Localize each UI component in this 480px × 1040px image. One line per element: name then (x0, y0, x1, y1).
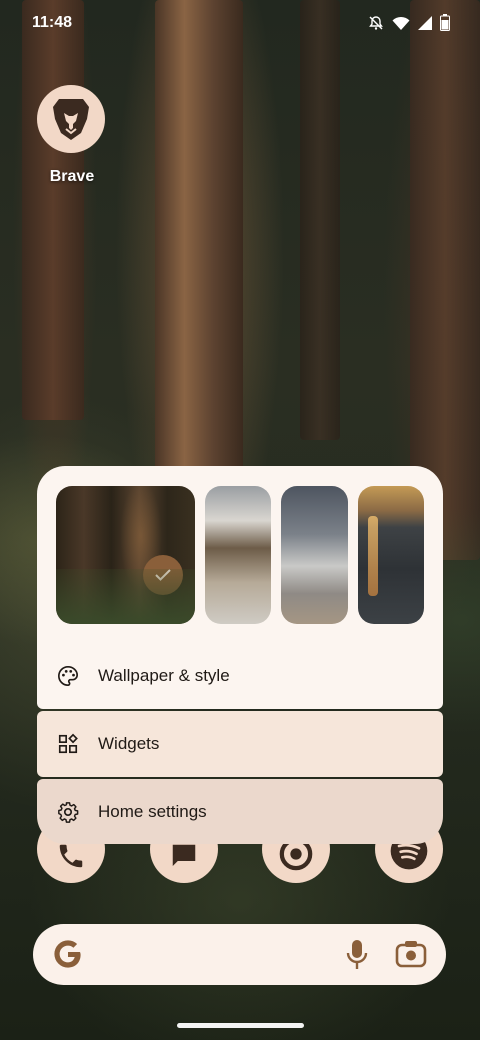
wallpaper-thumb-waterfall[interactable] (358, 486, 424, 624)
wallpaper-thumb-coast[interactable] (205, 486, 271, 624)
gesture-nav-handle[interactable] (177, 1023, 304, 1028)
wallpaper-picker-panel: Wallpaper & style (37, 466, 443, 709)
alarm-off-icon (368, 15, 384, 31)
home-long-press-popup: Wallpaper & style Widgets Home settings (37, 466, 443, 844)
gear-icon (57, 801, 79, 823)
status-bar: 11:48 (0, 0, 480, 48)
palette-icon (57, 665, 79, 687)
app-brave[interactable]: Brave (37, 85, 107, 186)
menu-item-label: Home settings (98, 801, 207, 821)
microphone-icon[interactable] (345, 938, 369, 975)
check-icon (143, 555, 183, 595)
signal-icon (418, 15, 432, 31)
wifi-icon (392, 15, 410, 31)
status-icons (368, 14, 450, 31)
tree-trunk (300, 0, 340, 440)
menu-item-label: Widgets (98, 734, 160, 753)
wallpaper-thumb-forest[interactable] (56, 486, 195, 624)
brave-lion-icon (37, 85, 105, 153)
menu-item-home-settings[interactable]: Home settings (37, 779, 443, 844)
wallpaper-thumb-mountain[interactable] (281, 486, 348, 624)
tree-trunk (22, 0, 84, 420)
app-label: Brave (49, 168, 95, 185)
google-g-icon (53, 938, 83, 975)
menu-item-label: Wallpaper & style (98, 666, 230, 685)
lens-camera-icon[interactable] (395, 940, 427, 973)
tree-trunk (155, 0, 243, 470)
menu-item-widgets[interactable]: Widgets (37, 711, 443, 777)
menu-item-wallpaper-style[interactable]: Wallpaper & style (37, 643, 443, 709)
google-search-bar[interactable] (33, 924, 446, 985)
status-clock: 11:48 (32, 14, 73, 31)
widgets-icon (57, 733, 79, 755)
battery-icon (440, 14, 450, 31)
